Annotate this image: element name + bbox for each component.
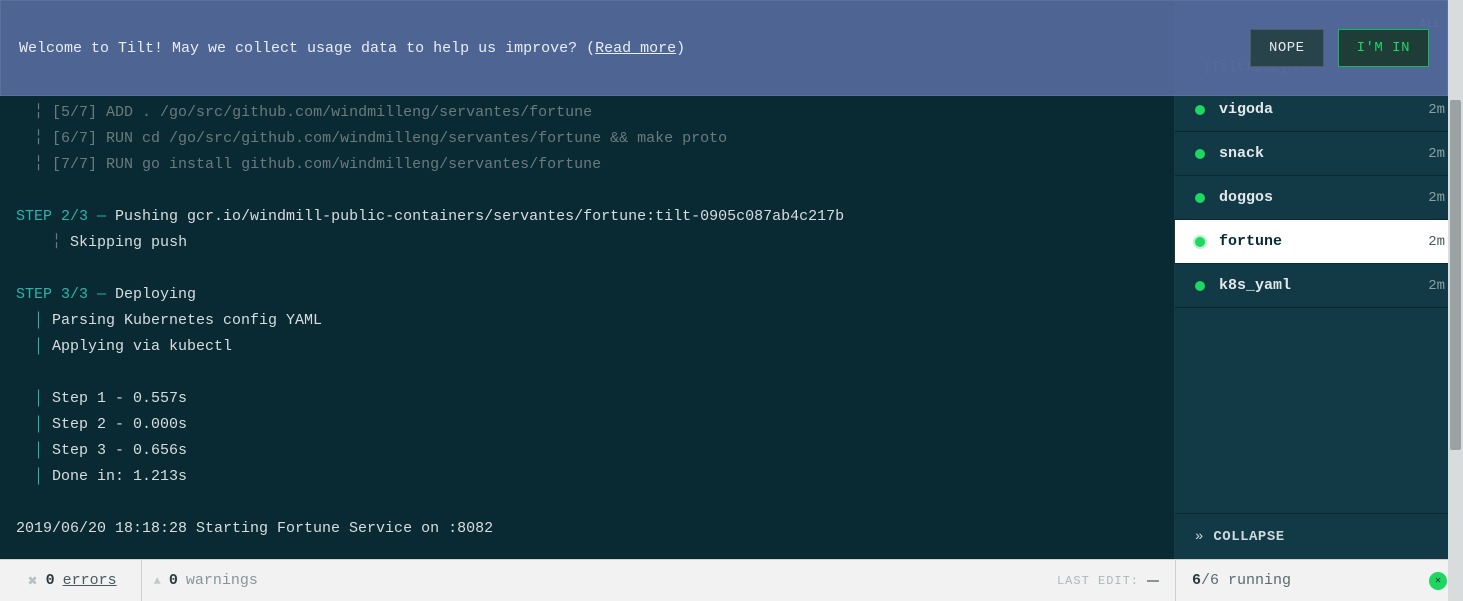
- sidebar-item-fortune[interactable]: fortune 2m: [1175, 220, 1463, 264]
- read-more-link[interactable]: Read more: [595, 40, 676, 57]
- status-dot-icon: [1195, 237, 1205, 247]
- collapse-label: COLLAPSE: [1213, 529, 1284, 545]
- sidebar-item-time: 2m: [1428, 278, 1445, 294]
- running-count: 6/6 running: [1192, 572, 1291, 589]
- status-dot-icon: [1195, 105, 1205, 115]
- resource-list: vigoda 2m snack 2m doggos 2m fortune 2m: [1175, 88, 1463, 513]
- consent-banner: Welcome to Tilt! May we collect usage da…: [0, 0, 1448, 96]
- errors-pill[interactable]: ✖ 0 errors: [16, 560, 142, 601]
- connection-status-icon[interactable]: ✕: [1429, 572, 1447, 590]
- step-header: STEP 3/3: [16, 286, 88, 303]
- close-icon: ✖: [28, 571, 38, 591]
- step-header: STEP 2/3: [16, 208, 88, 225]
- warnings-pill[interactable]: ▲ 0 warnings: [142, 572, 270, 589]
- chevron-right-double-icon: »: [1195, 529, 1199, 545]
- collapse-button[interactable]: » COLLAPSE: [1175, 513, 1463, 559]
- log-line: ╎ [5/7] ADD . /go/src/github.com/windmil…: [16, 104, 592, 121]
- scrollbar[interactable]: [1448, 0, 1463, 601]
- log-line: ╎ [7/7] RUN go install github.com/windmi…: [16, 156, 601, 173]
- sidebar-item-label: snack: [1219, 145, 1414, 162]
- sidebar-item-doggos[interactable]: doggos 2m: [1175, 176, 1463, 220]
- sidebar-item-label: vigoda: [1219, 101, 1414, 118]
- warning-triangle-icon: ▲: [154, 574, 161, 588]
- sidebar-item-time: 2m: [1428, 146, 1445, 162]
- sidebar-item-label: k8s_yaml: [1219, 277, 1414, 294]
- sidebar-item-time: 2m: [1428, 234, 1445, 250]
- sidebar-item-snack[interactable]: snack 2m: [1175, 132, 1463, 176]
- sidebar-item-label: fortune: [1219, 233, 1414, 250]
- sidebar-item-time: 2m: [1428, 190, 1445, 206]
- sidebar-item-k8s-yaml[interactable]: k8s_yaml 2m: [1175, 264, 1463, 308]
- log-line: ╎ [6/7] RUN cd /go/src/github.com/windmi…: [16, 130, 727, 147]
- status-dot-icon: [1195, 193, 1205, 203]
- status-dot-icon: [1195, 149, 1205, 159]
- nope-button[interactable]: NOPE: [1250, 29, 1324, 67]
- dash-icon: [1147, 580, 1159, 582]
- im-in-button[interactable]: I'M IN: [1338, 29, 1429, 67]
- log-line: 2019/06/20 18:18:28 Starting Fortune Ser…: [16, 520, 493, 537]
- status-dot-icon: [1195, 281, 1205, 291]
- sidebar-item-time: 2m: [1428, 102, 1445, 118]
- last-edit-label: LAST EDIT:: [1057, 574, 1159, 588]
- banner-text: Welcome to Tilt! May we collect usage da…: [19, 40, 685, 57]
- status-bar: ✖ 0 errors ▲ 0 warnings LAST EDIT: 6/6 r…: [0, 559, 1463, 601]
- scrollbar-thumb[interactable]: [1450, 100, 1461, 450]
- sidebar-item-label: doggos: [1219, 189, 1414, 206]
